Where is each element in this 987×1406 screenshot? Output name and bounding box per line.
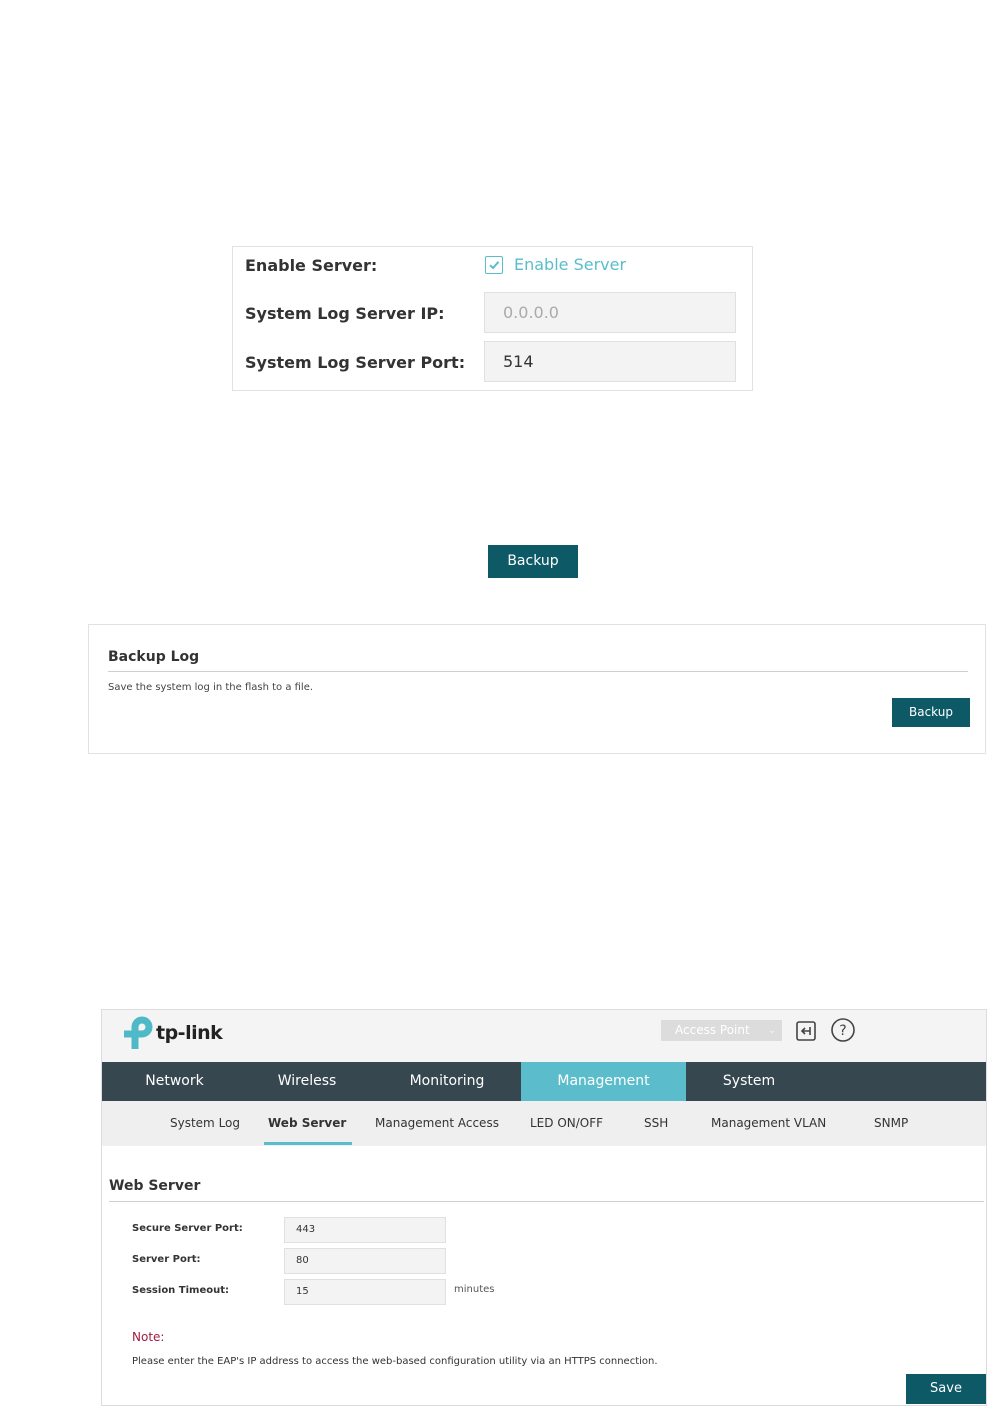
session-timeout-label: Session Timeout: <box>132 1285 230 1296</box>
check-icon <box>489 261 500 270</box>
subtab-system-log[interactable]: System Log <box>170 1101 240 1146</box>
log-server-port-label: System Log Server Port: <box>245 353 466 372</box>
backup-log-button[interactable]: Backup <box>892 698 970 727</box>
syslog-server-panel: Enable Server: Enable Server System Log … <box>232 246 753 391</box>
help-icon[interactable]: ? <box>830 1017 856 1043</box>
mode-select-value: Access Point <box>675 1023 750 1037</box>
secure-server-port-label: Secure Server Port: <box>132 1223 243 1234</box>
web-server-screen: tp-link Access Point ⌄ ? Network Wireles… <box>101 1009 987 1406</box>
log-server-ip-label: System Log Server IP: <box>245 304 445 323</box>
subtab-ssh[interactable]: SSH <box>644 1101 668 1146</box>
backup-log-panel: Backup Log Save the system log in the fl… <box>88 624 986 754</box>
web-server-title: Web Server <box>109 1178 201 1194</box>
backup-log-description: Save the system log in the flash to a fi… <box>108 682 314 693</box>
backup-log-title: Backup Log <box>108 649 200 665</box>
tab-monitoring[interactable]: Monitoring <box>377 1062 517 1101</box>
subtab-led-onoff[interactable]: LED ON/OFF <box>530 1101 603 1146</box>
log-server-port-input[interactable]: 514 <box>484 341 736 382</box>
tab-network[interactable]: Network <box>102 1062 247 1101</box>
subtab-web-server[interactable]: Web Server <box>268 1101 346 1146</box>
logout-icon[interactable] <box>794 1019 818 1043</box>
session-timeout-input[interactable]: 15 <box>284 1279 446 1305</box>
tab-management[interactable]: Management <box>521 1062 686 1101</box>
save-button[interactable]: Save <box>906 1374 986 1404</box>
subtab-snmp[interactable]: SNMP <box>874 1101 908 1146</box>
server-port-input[interactable]: 80 <box>284 1248 446 1274</box>
enable-server-checkbox[interactable] <box>485 256 503 274</box>
note-label: Note: <box>132 1330 165 1344</box>
logo-text: tp-link <box>156 1022 223 1044</box>
mode-select[interactable]: Access Point ⌄ <box>661 1020 782 1041</box>
active-subtab-indicator <box>264 1142 352 1145</box>
top-header: tp-link Access Point ⌄ ? <box>102 1010 986 1062</box>
secure-server-port-input[interactable]: 443 <box>284 1217 446 1243</box>
chevron-down-icon: ⌄ <box>767 1025 776 1036</box>
svg-text:?: ? <box>839 1023 846 1039</box>
server-port-label: Server Port: <box>132 1254 201 1265</box>
main-nav: Network Wireless Monitoring Management S… <box>102 1062 986 1101</box>
enable-server-checkbox-label[interactable]: Enable Server <box>514 255 626 274</box>
session-timeout-unit: minutes <box>454 1284 495 1295</box>
tp-link-logo: tp-link <box>116 1013 228 1053</box>
section-divider <box>109 1201 984 1202</box>
note-text: Please enter the EAP's IP address to acc… <box>132 1356 658 1367</box>
subtab-management-access[interactable]: Management Access <box>375 1101 499 1146</box>
subtab-management-vlan[interactable]: Management VLAN <box>711 1101 826 1146</box>
backup-button[interactable]: Backup <box>488 545 578 578</box>
log-server-ip-input[interactable]: 0.0.0.0 <box>484 292 736 333</box>
enable-server-label: Enable Server: <box>245 256 378 275</box>
section-divider <box>108 671 968 672</box>
tp-link-logo-icon <box>124 1016 153 1049</box>
sub-nav: System Log Web Server Management Access … <box>102 1101 986 1146</box>
tab-system[interactable]: System <box>686 1062 812 1101</box>
tab-wireless[interactable]: Wireless <box>247 1062 367 1101</box>
